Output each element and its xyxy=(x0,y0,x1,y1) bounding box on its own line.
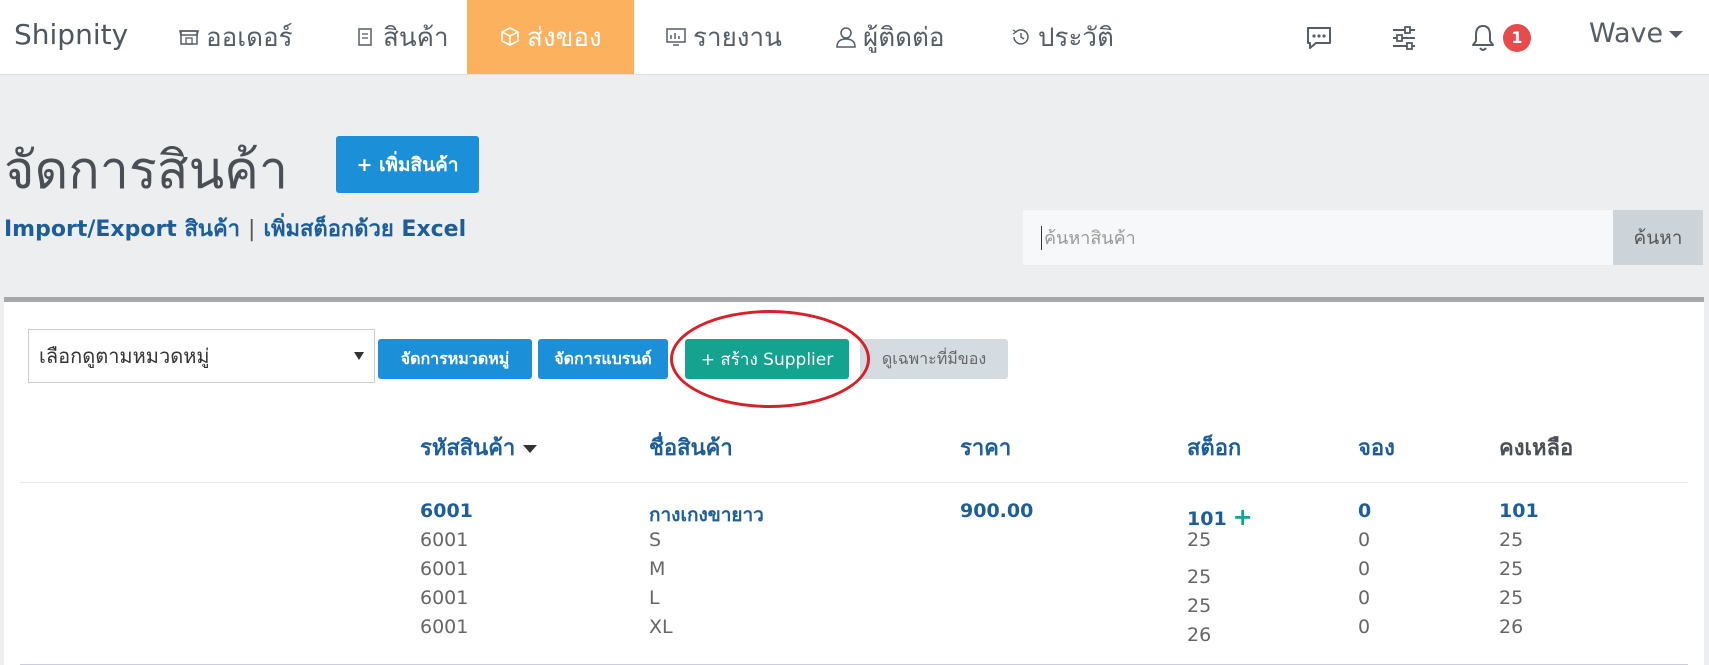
product-code-link[interactable]: 6001 xyxy=(420,500,473,522)
box-icon xyxy=(499,26,521,48)
link-separator: | xyxy=(248,217,256,242)
search-input[interactable]: ค้นหาสินค้า xyxy=(1023,210,1613,265)
user-name: Wave xyxy=(1589,18,1664,49)
page-title: จัดการสินค้า xyxy=(4,141,289,201)
variant-code: 6001 xyxy=(420,587,469,609)
product-stock-value: 101 xyxy=(1187,508,1227,530)
variant-reserved: 0 xyxy=(1358,616,1371,638)
chevron-down-icon xyxy=(1669,31,1684,38)
settings-sliders-icon[interactable] xyxy=(1388,22,1420,54)
variant-remaining: 25 xyxy=(1499,558,1524,580)
manage-category-button[interactable]: จัดการหมวดหมู่ xyxy=(378,339,532,379)
variant-code: 6001 xyxy=(420,558,469,580)
table-divider xyxy=(20,482,1688,483)
col-header-stock: สต็อก xyxy=(1187,436,1242,461)
variant-name: S xyxy=(649,529,662,551)
header-links: Import/Export สินค้า | เพิ่มสต็อกด้วย Exce… xyxy=(4,211,466,246)
col-header-price: ราคา xyxy=(960,436,1012,461)
variant-stock: 25 xyxy=(1187,566,1212,588)
variant-name: XL xyxy=(649,616,673,638)
nav-item-shipping[interactable]: ส่งของ xyxy=(467,0,634,74)
import-export-link[interactable]: Import/Export สินค้า xyxy=(4,217,240,242)
variant-remaining: 25 xyxy=(1499,587,1524,609)
col-header-code[interactable]: รหัสสินค้า xyxy=(420,430,538,465)
user-menu[interactable]: Wave xyxy=(1589,18,1684,49)
search-placeholder: ค้นหาสินค้า xyxy=(1044,228,1136,249)
product-remaining: 101 xyxy=(1499,500,1539,522)
variant-reserved: 0 xyxy=(1358,529,1371,551)
col-header-name: ชื่อสินค้า xyxy=(649,436,733,461)
variant-stock: 25 xyxy=(1187,529,1212,551)
add-product-button[interactable]: + เพิ่มสินค้า xyxy=(336,136,479,193)
nav-label-reports: รายงาน xyxy=(693,22,782,53)
sort-desc-icon xyxy=(523,445,538,453)
top-navbar: Shipnity ออเดอร์ สินค้า ส่งของ รายงาน ผู… xyxy=(0,0,1709,75)
manage-brand-button[interactable]: จัดการแบรนด์ xyxy=(538,339,668,379)
variant-code: 6001 xyxy=(420,529,469,551)
products-card: เลือกดูตามหมวดหมู่ จัดการหมวดหมู่ จัดการ… xyxy=(4,297,1704,665)
product-reserved: 0 xyxy=(1358,500,1372,522)
chart-icon xyxy=(665,26,687,48)
nav-item-history[interactable]: ประวัติ xyxy=(1010,0,1114,74)
notification-badge: 1 xyxy=(1503,24,1531,52)
history-icon xyxy=(1010,26,1032,48)
nav-item-products[interactable]: สินค้า xyxy=(355,0,449,74)
nav-item-orders[interactable]: ออเดอร์ xyxy=(178,0,293,74)
nav-label-shipping: ส่งของ xyxy=(527,22,602,53)
variant-reserved: 0 xyxy=(1358,558,1371,580)
add-stock-excel-link[interactable]: เพิ่มสต็อกด้วย Excel xyxy=(263,217,466,242)
bell-icon[interactable] xyxy=(1467,22,1499,54)
search-button[interactable]: ค้นหา xyxy=(1613,210,1703,265)
variant-name: M xyxy=(649,558,666,580)
variant-remaining: 25 xyxy=(1499,529,1524,551)
in-stock-only-button[interactable]: ดูเฉพาะที่มีของ xyxy=(860,339,1008,379)
product-name-link[interactable]: กางเกงขายาว xyxy=(649,500,764,530)
dropdown-arrow-icon xyxy=(354,352,364,360)
category-select[interactable]: เลือกดูตามหมวดหมู่ xyxy=(28,329,375,383)
user-icon xyxy=(835,26,857,48)
highlight-circle xyxy=(670,310,870,408)
col-header-remaining: คงเหลือ xyxy=(1499,436,1574,461)
brand-logo[interactable]: Shipnity xyxy=(14,18,128,51)
nav-label-contacts: ผู้ติดต่อ xyxy=(863,22,945,53)
nav-label-orders: ออเดอร์ xyxy=(206,22,293,53)
store-icon xyxy=(178,26,200,48)
variant-stock: 25 xyxy=(1187,595,1212,617)
variant-reserved: 0 xyxy=(1358,587,1371,609)
chat-icon[interactable] xyxy=(1303,22,1335,54)
product-stock: 101 + xyxy=(1187,503,1253,531)
add-stock-plus-icon[interactable]: + xyxy=(1233,503,1253,531)
variant-stock: 26 xyxy=(1187,624,1212,646)
nav-item-contacts[interactable]: ผู้ติดต่อ xyxy=(835,0,945,74)
product-tag-icon xyxy=(355,26,377,48)
col-header-code-label: รหัสสินค้า xyxy=(420,436,516,461)
nav-label-products: สินค้า xyxy=(383,22,449,53)
col-header-reserved: จอง xyxy=(1358,436,1395,461)
variant-remaining: 26 xyxy=(1499,616,1524,638)
text-cursor xyxy=(1041,225,1042,250)
variant-name: L xyxy=(649,587,660,609)
nav-item-reports[interactable]: รายงาน xyxy=(665,0,782,74)
product-price: 900.00 xyxy=(960,500,1034,522)
variant-code: 6001 xyxy=(420,616,469,638)
nav-label-history: ประวัติ xyxy=(1038,22,1114,53)
category-select-value: เลือกดูตามหมวดหมู่ xyxy=(39,344,210,368)
